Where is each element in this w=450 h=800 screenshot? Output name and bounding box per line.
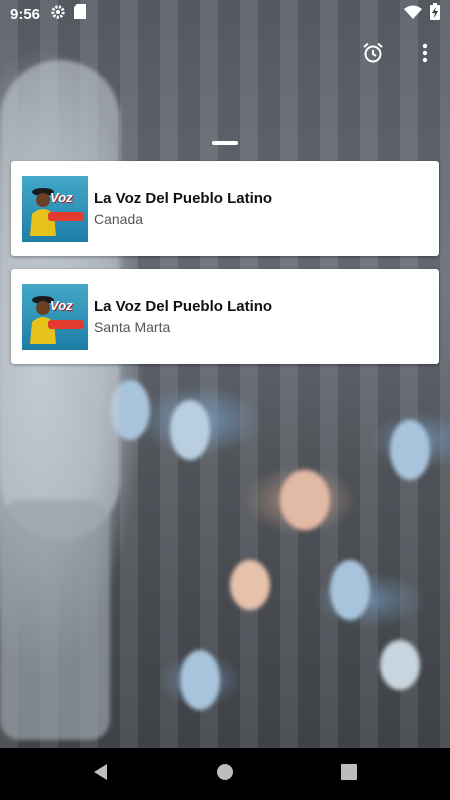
blur-knob	[170, 400, 210, 460]
alarm-icon	[362, 42, 384, 69]
blur-knob	[380, 640, 420, 690]
sd-card-icon	[74, 4, 87, 24]
station-location: Canada	[94, 211, 144, 227]
station-card[interactable]: Voz La Voz Del Pueblo Latino Santa Marta	[11, 269, 439, 364]
station-list: Voz La Voz Del Pueblo Latino Canada Voz …	[11, 161, 439, 377]
logo-text: Voz	[50, 297, 73, 313]
blur-knob	[280, 470, 330, 530]
back-button[interactable]	[71, 748, 131, 800]
recents-button[interactable]	[319, 748, 379, 800]
status-bar: 9:56	[0, 0, 450, 28]
blur-knob	[180, 650, 220, 710]
system-nav-bar	[0, 748, 450, 800]
status-time: 9:56	[10, 5, 41, 23]
alarm-button[interactable]	[358, 40, 388, 70]
home-icon	[216, 763, 234, 786]
station-name: La Voz Del Pueblo Latino	[94, 298, 273, 315]
logo-text: Voz	[50, 189, 73, 205]
sheet-drag-handle[interactable]	[212, 141, 238, 145]
logo-band	[48, 211, 84, 221]
station-name: La Voz Del Pueblo Latino	[94, 190, 273, 207]
gear-icon	[50, 4, 66, 25]
recents-icon	[341, 763, 357, 785]
logo-band	[48, 319, 84, 329]
microphone-body	[0, 500, 110, 740]
overflow-menu-icon	[422, 43, 428, 68]
background-image	[0, 0, 450, 800]
blur-knob	[330, 560, 370, 620]
overflow-menu-button[interactable]	[410, 40, 440, 70]
wifi-icon	[404, 5, 422, 24]
station-card[interactable]: Voz La Voz Del Pueblo Latino Canada	[11, 161, 439, 256]
battery-charging-icon	[430, 3, 440, 25]
station-location: Santa Marta	[94, 319, 171, 335]
blur-knob	[390, 420, 430, 480]
home-button[interactable]	[195, 748, 255, 800]
blur-knob	[230, 560, 270, 610]
back-icon	[92, 763, 110, 786]
station-logo: Voz	[22, 175, 88, 242]
app-toolbar	[358, 40, 440, 70]
station-logo: Voz	[22, 283, 88, 350]
